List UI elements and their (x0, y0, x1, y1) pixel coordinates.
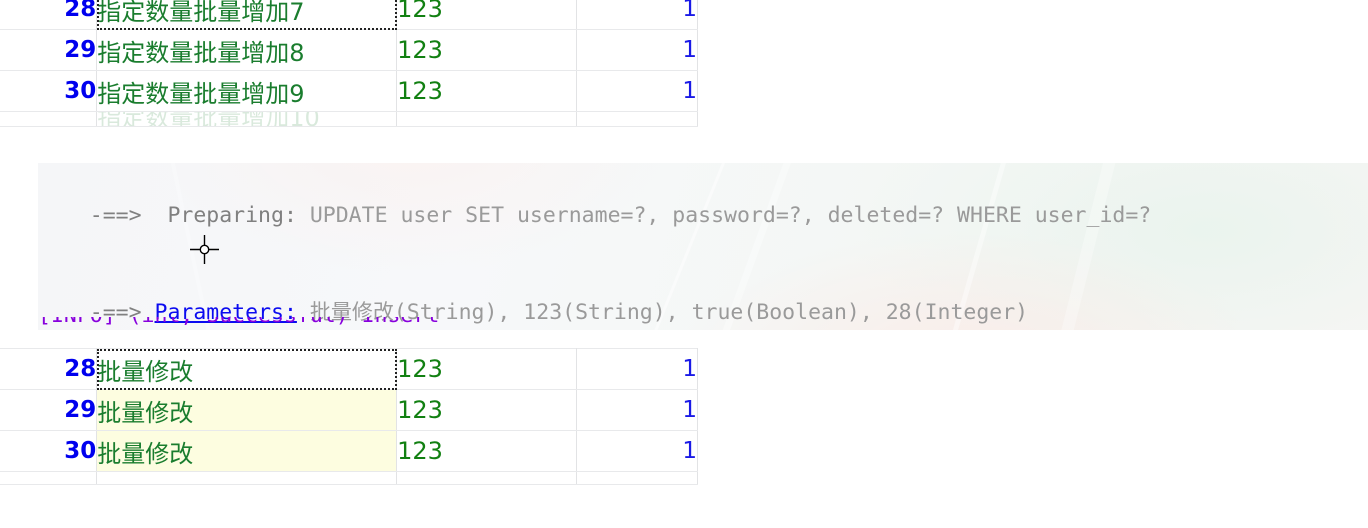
cell-username[interactable]: 指定数量批量增加9 (96, 70, 398, 112)
cell-username[interactable]: 指定数量批量增加8 (96, 29, 398, 71)
cell-username[interactable]: 批量修改 (96, 430, 398, 472)
cell-deleted[interactable]: 1 (576, 29, 699, 71)
table-row[interactable]: 30 批量修改 123 1 (0, 430, 699, 472)
cell-id: 30 (0, 430, 98, 472)
cell-username-selected[interactable]: 批量修改 (96, 348, 398, 390)
cell-deleted (576, 111, 699, 127)
cell-password[interactable]: 123 (396, 348, 577, 390)
cell-id: 28 (0, 0, 98, 30)
cell-username: 指定数量批量增加10 (96, 111, 398, 127)
table-body-bottom: 28 批量修改 123 1 29 批量修改 123 1 30 批量修改 123 … (0, 348, 699, 485)
log-line-preparing: -==> Preparing: UPDATE user SET username… (38, 168, 1368, 264)
log-arrow: -==> (89, 203, 142, 228)
cell-password (396, 471, 577, 485)
cell-id: 30 (0, 70, 98, 112)
cell-deleted[interactable]: 1 (576, 348, 699, 390)
cell-id: 29 (0, 29, 98, 71)
cell-password[interactable]: 123 (396, 70, 577, 112)
cell-password[interactable]: 123 (396, 29, 577, 71)
log-clipped-text: [INFO] (int, Successful) Insert (38, 317, 1368, 330)
results-table-top[interactable]: 指定数量批量增加6 28 指定数量批量增加7 123 1 29 指定数量批量增加… (0, 0, 699, 127)
console-log-panel[interactable]: -==> Preparing: UPDATE user SET username… (38, 163, 1368, 330)
cell-id (0, 471, 98, 485)
results-table-bottom[interactable]: 28 批量修改 123 1 29 批量修改 123 1 30 批量修改 123 … (0, 348, 699, 485)
table-row-empty (0, 471, 699, 485)
cell-username-selected[interactable]: 指定数量批量增加7 (96, 0, 398, 30)
cell-password (396, 111, 577, 127)
table-row[interactable]: 28 指定数量批量增加7 123 1 (0, 0, 699, 30)
cell-password[interactable]: 123 (396, 389, 577, 431)
partial-row-text: 指定数量批量增加10 (97, 111, 320, 127)
cell-id: 29 (0, 389, 98, 431)
cell-password[interactable]: 123 (396, 0, 577, 30)
table-row-partial-bottom: 指定数量批量增加10 (0, 111, 699, 127)
table-row[interactable]: 29 指定数量批量增加8 123 1 (0, 29, 699, 71)
cell-deleted[interactable]: 1 (576, 70, 699, 112)
cell-id: 28 (0, 348, 98, 390)
cell-deleted[interactable]: 1 (576, 430, 699, 472)
table-row[interactable]: 30 指定数量批量增加9 123 1 (0, 70, 699, 112)
cell-password[interactable]: 123 (396, 430, 577, 472)
log-line-clipped: [INFO] (int, Successful) Insert (38, 317, 1368, 330)
cell-id (0, 111, 98, 127)
cell-username[interactable]: 批量修改 (96, 389, 398, 431)
log-sql-statement: UPDATE user SET username=?, password=?, … (296, 203, 1152, 228)
table-body-top: 指定数量批量增加6 28 指定数量批量增加7 123 1 29 指定数量批量增加… (0, 0, 699, 127)
log-preparing-label: Preparing: (141, 203, 297, 228)
cell-deleted[interactable]: 1 (576, 0, 699, 30)
cell-deleted[interactable]: 1 (576, 389, 699, 431)
cell-username (96, 471, 398, 485)
table-row[interactable]: 28 批量修改 123 1 (0, 348, 699, 390)
cell-deleted (576, 471, 699, 485)
table-row[interactable]: 29 批量修改 123 1 (0, 389, 699, 431)
